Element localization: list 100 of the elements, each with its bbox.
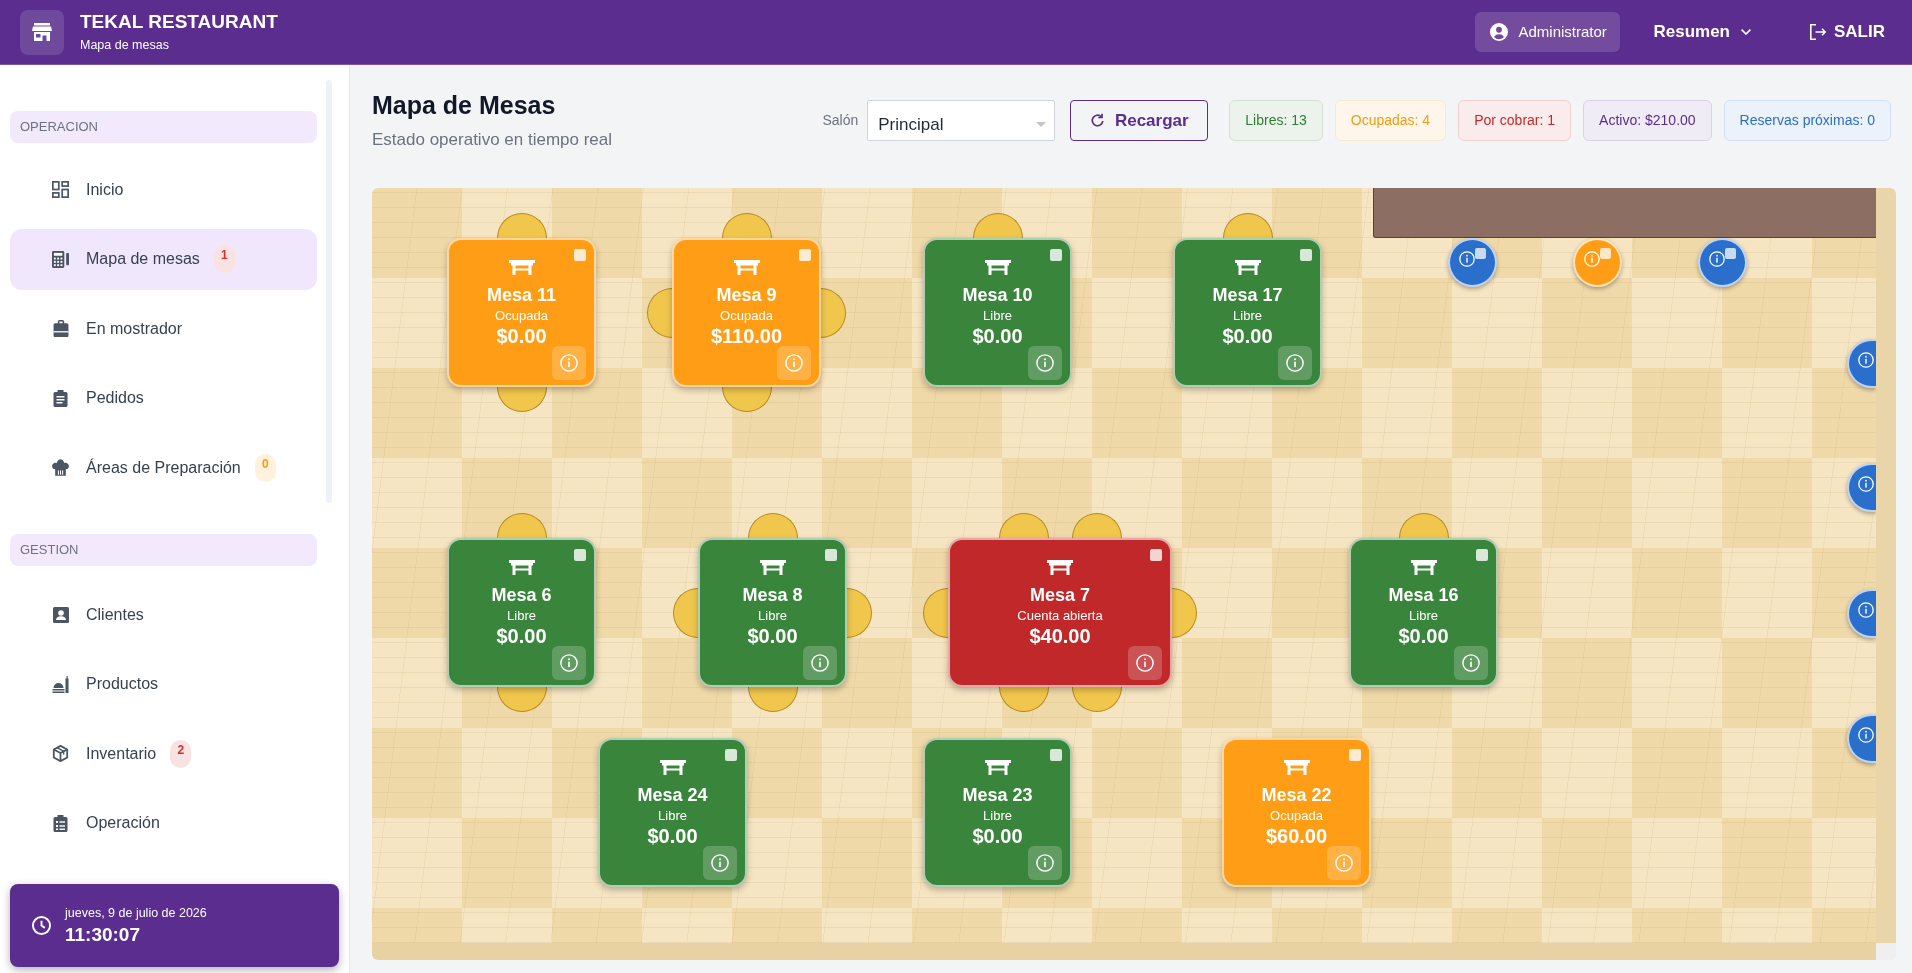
nav-item[interactable]: Inventario 2 [10, 723, 317, 784]
chair [722, 387, 772, 412]
count-badge: 0 [254, 453, 276, 482]
table-card[interactable]: Mesa 17 Libre $0.00 [1173, 238, 1322, 387]
table-status: Libre [983, 808, 1012, 824]
select-checkbox[interactable] [1050, 249, 1062, 261]
info-button[interactable] [1128, 646, 1162, 680]
nav-item[interactable]: Mapa de mesas 1 [10, 228, 317, 290]
chair [1072, 687, 1122, 712]
logout-icon [1810, 24, 1826, 40]
bar-stool[interactable] [1573, 238, 1622, 287]
table-amount: $0.00 [972, 326, 1023, 346]
stat-chip: Activo: $210.00 [1583, 100, 1712, 141]
clock-date: jueves, 9 de julio de 2026 [65, 904, 207, 921]
table-amount: $0.00 [747, 626, 798, 646]
info-button[interactable] [1028, 846, 1062, 880]
nav-item[interactable]: Clientes [10, 584, 317, 645]
page-subtitle: Estado operativo en tiempo real [372, 129, 613, 151]
bar-stool[interactable] [1847, 589, 1876, 638]
table-card[interactable]: Mesa 6 Libre $0.00 [447, 538, 596, 687]
select-checkbox[interactable] [1600, 248, 1611, 259]
table-name: Mesa 16 [1388, 584, 1459, 606]
table-status: Ocupada [1270, 808, 1323, 824]
nav-item[interactable]: Productos [10, 653, 317, 715]
nav-item[interactable]: Inicio [10, 159, 317, 220]
table-status: Libre [1409, 608, 1438, 624]
table-amount: $0.00 [1398, 626, 1449, 646]
table-name: Mesa 9 [716, 284, 777, 306]
info-icon [1858, 727, 1874, 743]
nav-item[interactable]: Operación [10, 792, 317, 854]
info-icon [1036, 354, 1054, 372]
reload-button[interactable]: Recargar [1070, 100, 1209, 141]
select-checkbox[interactable] [1050, 749, 1062, 761]
salon-select[interactable]: Principal [867, 100, 1056, 141]
table-amount: $40.00 [1029, 626, 1091, 646]
user-button[interactable]: Administrator [1475, 12, 1621, 52]
select-checkbox[interactable] [574, 549, 586, 561]
chair [497, 513, 547, 538]
select-checkbox[interactable] [1349, 749, 1361, 761]
table-icon [984, 260, 1011, 275]
bar-stool[interactable] [1847, 339, 1876, 388]
select-checkbox[interactable] [825, 549, 837, 561]
table-icon [984, 760, 1011, 775]
bar-stool[interactable] [1698, 238, 1747, 287]
table-card[interactable]: Mesa 10 Libre $0.00 [923, 238, 1072, 387]
stat-chip: Por cobrar: 1 [1458, 100, 1572, 141]
table-icon [1283, 760, 1310, 775]
bag-icon [52, 320, 69, 337]
clock-icon [32, 916, 51, 935]
table-icon [659, 760, 686, 775]
select-checkbox[interactable] [1476, 549, 1488, 561]
table-amount: $60.00 [1265, 826, 1328, 846]
chair [1172, 588, 1197, 638]
chair [748, 513, 798, 538]
info-button[interactable] [803, 646, 837, 680]
bar-stool[interactable] [1448, 238, 1497, 287]
info-button[interactable] [1028, 346, 1062, 380]
select-checkbox[interactable] [574, 249, 586, 261]
info-button[interactable] [552, 646, 586, 680]
app-subtitle: Mapa de mesas [80, 37, 170, 53]
chair [497, 687, 547, 712]
select-checkbox[interactable] [1725, 248, 1736, 259]
info-button[interactable] [1278, 346, 1312, 380]
calculator-icon [52, 250, 69, 268]
info-icon [1286, 354, 1304, 372]
table-card[interactable]: Mesa 8 Libre $0.00 [698, 538, 847, 687]
nav-item[interactable]: Pedidos [10, 367, 317, 429]
bar-stool[interactable] [1847, 714, 1876, 763]
info-button[interactable] [703, 846, 737, 880]
horizontal-scrollbar[interactable] [372, 943, 1876, 960]
select-checkbox[interactable] [1300, 249, 1312, 261]
chair [1399, 513, 1449, 538]
table-name: Mesa 22 [1261, 784, 1332, 806]
page-title: Mapa de Mesas [372, 90, 557, 121]
select-checkbox[interactable] [725, 749, 737, 761]
table-card[interactable]: Mesa 16 Libre $0.00 [1349, 538, 1498, 687]
info-icon [711, 854, 729, 872]
summary-menu-button[interactable]: Resumen [1653, 19, 1751, 45]
table-status: Libre [507, 608, 536, 624]
table-icon [759, 560, 786, 575]
logout-button[interactable]: SALIR [1810, 19, 1885, 45]
stat-chip: Ocupadas: 4 [1334, 100, 1447, 141]
table-card[interactable]: Mesa 23 Libre $0.00 [923, 738, 1072, 887]
stat-chip: Libres: 13 [1229, 100, 1323, 141]
bar-stool[interactable] [1847, 463, 1876, 512]
select-checkbox[interactable] [1475, 248, 1486, 259]
vertical-scrollbar[interactable] [1876, 188, 1896, 943]
table-card[interactable]: Mesa 24 Libre $0.00 [598, 738, 747, 887]
grid-icon [52, 181, 69, 198]
select-checkbox[interactable] [799, 249, 811, 261]
table-status: Ocupada [720, 308, 773, 324]
select-checkbox[interactable] [1150, 549, 1162, 561]
clock-time: 11:30:07 [65, 922, 141, 947]
info-icon [1584, 251, 1600, 267]
info-button[interactable] [1454, 646, 1488, 680]
table-icon [508, 560, 535, 575]
table-card[interactable]: Mesa 7 Cuenta abierta $40.00 [948, 538, 1172, 687]
nav-item[interactable]: Áreas de Preparación 0 [10, 437, 317, 498]
chair [973, 213, 1023, 238]
nav-item[interactable]: En mostrador [10, 298, 317, 359]
